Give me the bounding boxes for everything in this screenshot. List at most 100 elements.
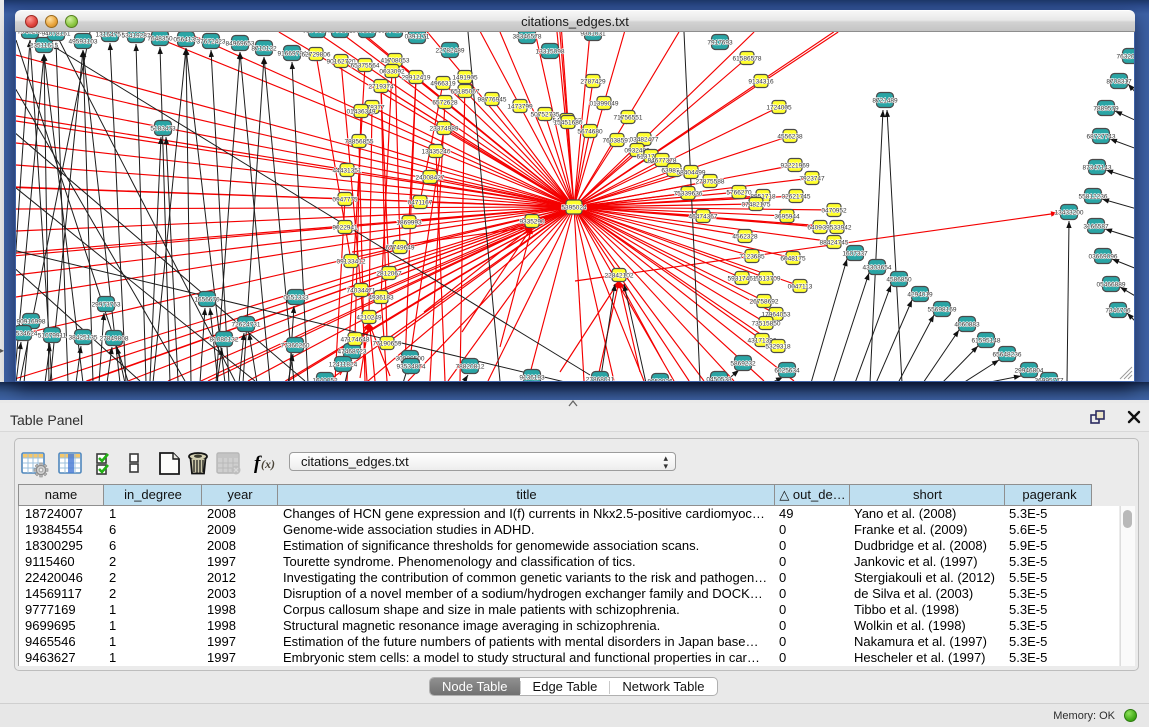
svg-text:1473799: 1473799: [507, 103, 533, 110]
svg-text:76320163: 76320163: [1117, 53, 1134, 60]
svg-text:1640052: 1640052: [312, 377, 338, 381]
svg-text:15451680: 15451680: [554, 119, 583, 126]
svg-text:38425135: 38425135: [69, 334, 98, 341]
svg-text:38346578: 38346578: [513, 33, 542, 40]
svg-text:5674680: 5674680: [577, 128, 603, 135]
svg-text:9301031: 9301031: [580, 32, 606, 37]
svg-text:37672423: 37672423: [197, 38, 226, 45]
svg-text:47468723: 47468723: [338, 348, 367, 355]
svg-text:(x): (x): [261, 457, 275, 471]
svg-text:78820812: 78820812: [456, 363, 485, 370]
svg-text:8059826: 8059826: [647, 378, 673, 381]
svg-text:1607337: 1607337: [842, 250, 868, 257]
svg-text:0470952: 0470952: [821, 207, 847, 214]
svg-text:0450533: 0450533: [706, 376, 732, 381]
svg-text:62729806: 62729806: [302, 51, 331, 58]
svg-text:78856855: 78856855: [345, 138, 374, 145]
svg-text:05466889: 05466889: [1097, 281, 1126, 288]
svg-text:75339636: 75339636: [674, 190, 703, 197]
svg-text:61595148: 61595148: [972, 337, 1001, 344]
svg-text:71756551: 71756551: [614, 114, 643, 121]
svg-text:1491905: 1491905: [452, 74, 478, 81]
svg-text:7123685: 7123685: [739, 253, 765, 260]
svg-text:5329318: 5329318: [765, 343, 791, 350]
svg-text:65375564: 65375564: [351, 62, 380, 69]
svg-text:12411824: 12411824: [329, 361, 358, 368]
svg-text:65648236: 65648236: [993, 351, 1022, 358]
svg-text:03482477: 03482477: [630, 136, 659, 143]
svg-text:01436349: 01436349: [347, 108, 376, 115]
svg-text:7889579: 7889579: [1093, 105, 1119, 112]
svg-text:8721489: 8721489: [872, 97, 898, 104]
svg-text:72624731: 72624731: [232, 321, 261, 328]
svg-text:7923747: 7923747: [799, 175, 825, 182]
svg-text:4966319: 4966319: [430, 80, 456, 87]
svg-text:09133412: 09133412: [337, 258, 366, 265]
svg-text:89325288: 89325288: [353, 32, 382, 34]
svg-text:8710122: 8710122: [251, 45, 277, 52]
svg-text:1724005: 1724005: [766, 104, 792, 111]
svg-text:92221969: 92221969: [781, 162, 810, 169]
svg-text:59317461: 59317461: [728, 275, 757, 282]
svg-text:22842102: 22842102: [605, 272, 634, 279]
svg-text:9136193: 9136193: [519, 374, 545, 381]
svg-text:6025634: 6025634: [774, 367, 800, 374]
svg-text:74034471: 74034471: [347, 287, 376, 294]
svg-text:7940265: 7940265: [17, 32, 43, 35]
svg-text:76038597: 76038597: [603, 137, 632, 144]
svg-text:51079911: 51079911: [38, 332, 67, 339]
svg-text:27875588: 27875588: [696, 178, 725, 185]
svg-text:7346706: 7346706: [1105, 307, 1131, 314]
svg-text:8708317: 8708317: [1106, 78, 1132, 85]
svg-text:07482175: 07482175: [742, 201, 771, 208]
svg-text:44431351: 44431351: [333, 167, 362, 174]
svg-text:4556238: 4556238: [777, 133, 803, 140]
svg-text:73515850: 73515850: [752, 320, 781, 327]
svg-text:2812067: 2812067: [376, 270, 402, 277]
svg-text:41708053: 41708053: [381, 57, 410, 64]
svg-text:13435240: 13435240: [422, 148, 451, 155]
svg-text:0651333: 0651333: [283, 294, 309, 301]
svg-text:27868011: 27868011: [586, 376, 615, 381]
svg-text:55812236: 55812236: [1079, 193, 1108, 200]
svg-text:9022941: 9022941: [332, 224, 358, 231]
svg-text:7917693: 7917693: [707, 39, 733, 46]
svg-text:98776945: 98776945: [478, 96, 507, 103]
svg-text:67749649: 67749649: [386, 244, 415, 251]
svg-text:3166587: 3166587: [1083, 223, 1109, 230]
svg-text:90916998: 90916998: [17, 318, 46, 325]
svg-text:03669096: 03669096: [1089, 253, 1118, 260]
svg-text:65185067: 65185067: [451, 88, 480, 95]
svg-text:01399049: 01399049: [590, 100, 619, 107]
svg-text:6048175: 6048175: [780, 255, 806, 262]
svg-text:23511615: 23511615: [30, 42, 59, 49]
svg-text:13315098: 13315098: [536, 48, 565, 55]
svg-text:1656670: 1656670: [194, 296, 220, 303]
svg-text:2787429: 2787429: [580, 78, 606, 85]
svg-text:49593103: 49593103: [69, 38, 98, 45]
svg-text:7648350: 7648350: [147, 35, 173, 42]
svg-text:02621745: 02621745: [782, 193, 811, 200]
svg-text:0564139: 0564139: [173, 36, 199, 43]
svg-text:2719374: 2719374: [368, 83, 394, 90]
svg-text:24008427: 24008427: [416, 174, 445, 181]
svg-text:29946804: 29946804: [1015, 367, 1044, 374]
svg-text:68727743: 68727743: [1087, 133, 1116, 140]
svg-text:0391171: 0391171: [405, 33, 430, 40]
svg-text:13164752: 13164752: [96, 32, 125, 38]
svg-text:77190659: 77190659: [373, 340, 402, 347]
svg-text:47174648: 47174648: [341, 336, 370, 343]
svg-text:4294019: 4294019: [907, 291, 933, 298]
svg-text:55698169: 55698169: [928, 306, 957, 313]
svg-text:26758692: 26758692: [750, 298, 779, 305]
svg-text:0947775: 0947775: [332, 196, 358, 203]
svg-text:93534874: 93534874: [397, 363, 426, 370]
svg-text:13433200: 13433200: [1055, 209, 1084, 216]
svg-text:88424745: 88424745: [820, 239, 849, 246]
svg-text:7048281: 7048281: [327, 32, 353, 34]
svg-text:39533942: 39533942: [823, 224, 852, 231]
svg-text:9335290: 9335290: [519, 218, 545, 225]
svg-text:87347143: 87347143: [1083, 164, 1112, 171]
svg-text:4060883: 4060883: [954, 321, 980, 328]
svg-text:29973763: 29973763: [92, 301, 121, 308]
